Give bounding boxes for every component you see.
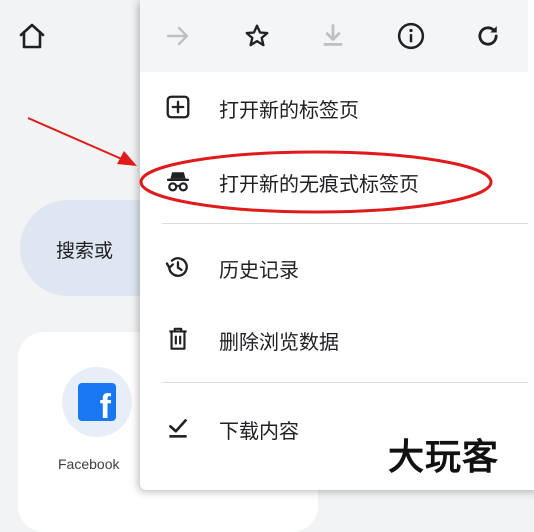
menu-item-label: 历史记录 — [219, 258, 299, 282]
page-info-button[interactable] — [389, 14, 433, 58]
overflow-menu: 打开新的标签页 打开新的无痕式标签页 历史记录 删除浏览数据 下载内容 — [140, 0, 534, 490]
facebook-icon: f — [78, 383, 116, 421]
search-placeholder: 搜索或 — [56, 240, 114, 262]
new-tab-icon — [164, 93, 192, 121]
home-button[interactable] — [14, 18, 50, 54]
menu-item-label: 下载内容 — [219, 419, 299, 443]
refresh-icon — [478, 26, 498, 46]
menu-item-new-tab[interactable]: 打开新的标签页 — [140, 76, 528, 138]
trash-icon — [164, 325, 192, 353]
menu-item-label: 打开新的标签页 — [219, 98, 359, 122]
info-icon — [397, 22, 425, 50]
menu-divider — [162, 382, 528, 383]
arrow-right-icon — [166, 26, 189, 46]
annotation-arrow-head — [117, 151, 137, 166]
menu-item-new-incognito-tab[interactable]: 打开新的无痕式标签页 — [140, 150, 528, 212]
bookmark-button[interactable] — [235, 14, 279, 58]
forward-button[interactable] — [156, 14, 200, 58]
download-icon — [323, 24, 343, 46]
menu-item-label: 打开新的无痕式标签页 — [219, 172, 419, 196]
incognito-icon — [164, 167, 192, 195]
refresh-button[interactable] — [466, 14, 510, 58]
download-page-button[interactable] — [311, 14, 355, 58]
shortcut-facebook-label: Facebook — [58, 456, 120, 472]
watermark-text: 大玩客 — [388, 436, 500, 478]
menu-divider — [162, 223, 528, 224]
history-icon — [164, 253, 192, 281]
home-icon — [19, 23, 45, 49]
shortcut-facebook[interactable]: f — [62, 367, 132, 437]
menu-item-history[interactable]: 历史记录 — [140, 236, 528, 298]
menu-item-label: 删除浏览数据 — [219, 330, 339, 354]
annotation-arrow — [27, 117, 125, 161]
menu-toolbar — [140, 0, 528, 72]
download-done-icon — [164, 414, 192, 442]
star-outline-icon — [245, 24, 269, 47]
menu-item-clear-browsing-data[interactable]: 删除浏览数据 — [140, 308, 528, 370]
